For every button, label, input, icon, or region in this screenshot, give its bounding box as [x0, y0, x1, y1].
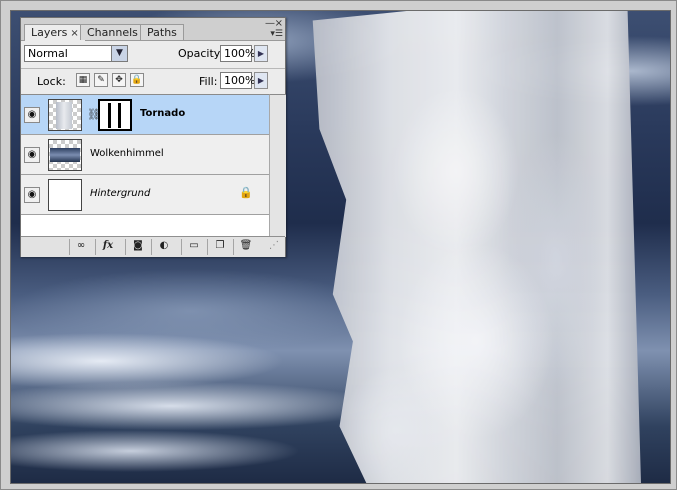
eye-icon[interactable]: ◉ — [24, 147, 40, 163]
fill-label: Fill: — [199, 75, 218, 88]
eye-icon[interactable]: ◉ — [24, 107, 40, 123]
fill-slider-button[interactable]: ▶ — [254, 72, 268, 89]
layer-row-wolkenhimmel[interactable]: ◉ Wolkenhimmel — [21, 135, 269, 175]
layer-row-hintergrund[interactable]: ◉ Hintergrund 🔒 — [21, 175, 269, 215]
trash-icon[interactable]: 🗑 — [239, 240, 253, 253]
mask-stroke-right — [118, 103, 121, 128]
blend-mode-value: Normal — [28, 47, 68, 60]
layer-thumbnail — [48, 179, 82, 211]
sky-thumb-shape — [50, 148, 80, 162]
layer-mask-thumbnail[interactable] — [98, 99, 132, 131]
blend-opacity-row: Normal ▼ Opacity: 100% ▶ — [21, 41, 285, 65]
toolbar-divider — [125, 239, 126, 255]
lock-all-icon[interactable]: 🔒 — [130, 73, 144, 87]
opacity-input[interactable]: 100% — [220, 45, 256, 62]
opacity-label: Opacity: — [178, 47, 224, 60]
layer-row-tornado[interactable]: ◉ ⛓ Tornado — [21, 95, 269, 135]
minimize-icon[interactable]: — — [265, 18, 275, 29]
resize-grip-icon[interactable]: ⋰ — [267, 240, 281, 253]
folder-icon[interactable]: ▭ — [187, 240, 201, 253]
toolbar-divider — [233, 239, 234, 255]
layer-thumbnail — [48, 139, 82, 171]
tab-channels[interactable]: Channels — [80, 24, 145, 40]
close-icon[interactable]: × — [275, 18, 283, 29]
eye-icon[interactable]: ◉ — [24, 187, 40, 203]
toolbar-divider — [69, 239, 70, 255]
lock-transparency-icon[interactable]: ▦ — [76, 73, 90, 87]
layers-panel: Layers × Channels Paths — × ▾☰ Normal ▼ O… — [20, 17, 286, 257]
fx-icon[interactable]: fx — [101, 240, 115, 253]
mask-stroke-left — [108, 103, 111, 128]
layer-thumbnail — [48, 99, 82, 131]
tab-channels-label: Channels — [87, 26, 138, 39]
add-mask-icon[interactable]: ◙ — [131, 240, 145, 253]
link-icon[interactable]: ∞ — [74, 240, 88, 253]
chevron-down-icon[interactable]: ▼ — [111, 46, 127, 61]
lock-label: Lock: — [37, 75, 66, 88]
new-layer-icon[interactable]: ❐ — [213, 240, 227, 253]
lock-icon: 🔒 — [239, 186, 253, 199]
layer-name[interactable]: Tornado — [140, 108, 185, 119]
layer-name[interactable]: Hintergrund — [90, 188, 150, 199]
layers-scrollbar[interactable] — [269, 94, 286, 237]
lock-pixels-icon[interactable]: ✎ — [94, 73, 108, 87]
tab-paths[interactable]: Paths — [140, 24, 184, 40]
blend-mode-select[interactable]: Normal ▼ — [24, 45, 128, 62]
panel-menu-icon[interactable]: ▾☰ — [270, 29, 283, 39]
toolbar-divider — [151, 239, 152, 255]
opacity-slider-button[interactable]: ▶ — [254, 45, 268, 62]
panel-tabs: Layers × Channels Paths — × ▾☰ — [21, 18, 285, 41]
tab-paths-label: Paths — [147, 26, 177, 39]
layers-bottom-toolbar: ∞ fx ◙ ◐ ▭ ❐ 🗑 ⋰ — [21, 236, 285, 257]
tornado-thumb-shape — [56, 102, 72, 129]
adjustment-layer-icon[interactable]: ◐ — [157, 240, 171, 253]
lock-position-icon[interactable]: ✥ — [112, 73, 126, 87]
fill-input[interactable]: 100% — [220, 72, 256, 89]
opacity-value: 100% — [224, 47, 256, 60]
toolbar-divider — [95, 239, 96, 255]
toolbar-divider — [181, 239, 182, 255]
tab-layers[interactable]: Layers × — [24, 24, 86, 41]
layer-name[interactable]: Wolkenhimmel — [90, 148, 164, 159]
lock-fill-row: Lock: ▦ ✎ ✥ 🔒 Fill: 100% ▶ — [21, 68, 285, 93]
tornado-image-region — [312, 11, 641, 483]
layers-list: ◉ ⛓ Tornado ◉ Wolkenhimmel ◉ Hintergrund… — [21, 94, 269, 237]
toolbar-divider — [207, 239, 208, 255]
fill-value: 100% — [224, 74, 256, 87]
tab-close-icon[interactable]: × — [70, 28, 78, 39]
tab-layers-label: Layers — [31, 26, 68, 39]
